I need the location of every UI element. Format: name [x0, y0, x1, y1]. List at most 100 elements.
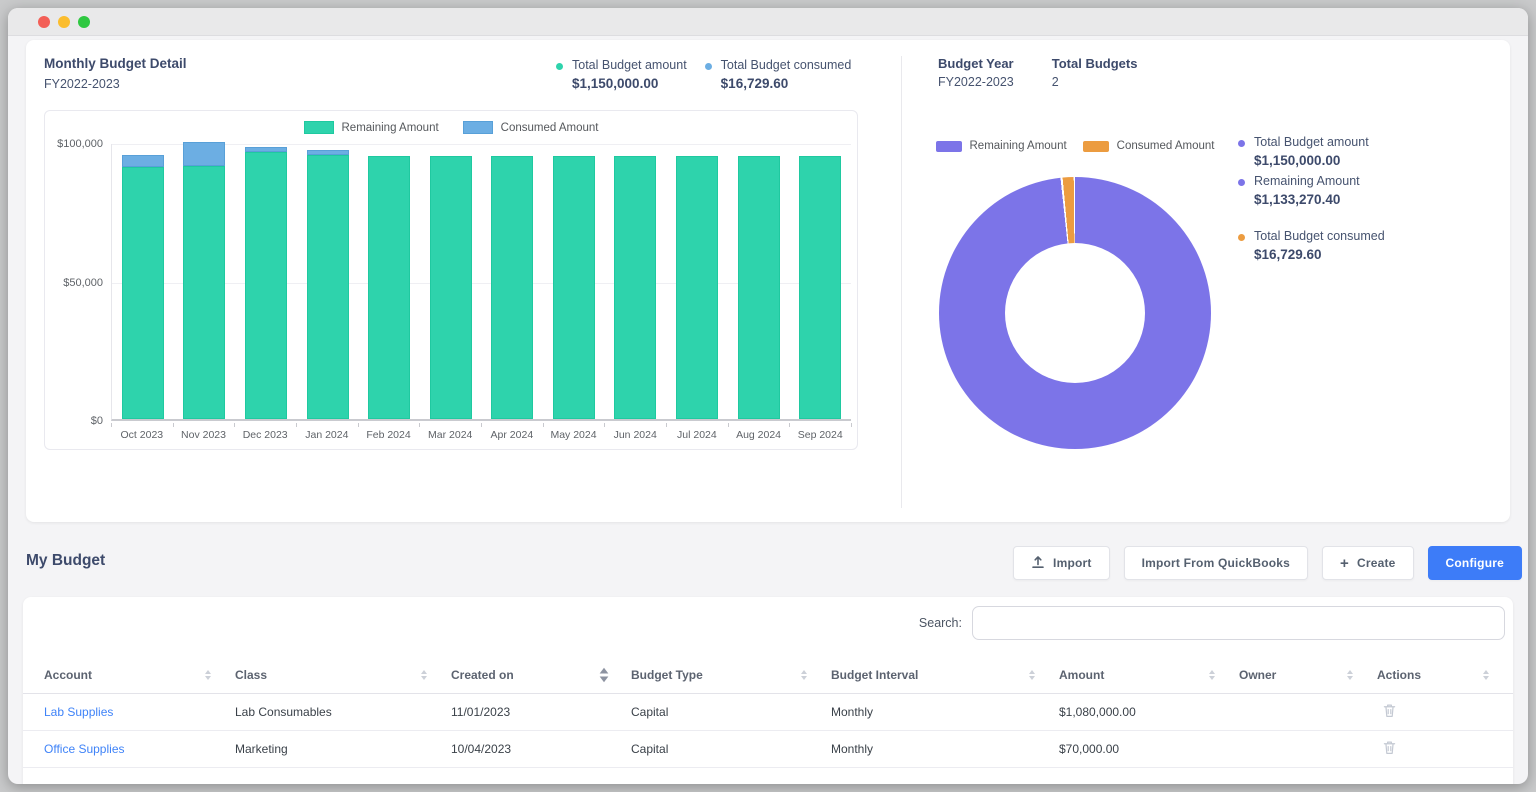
column-header-amount[interactable]: Amount [1059, 657, 1239, 693]
cell-owner [1239, 730, 1377, 767]
column-header-account[interactable]: Account [23, 657, 235, 693]
bar-jun-2024[interactable] [605, 144, 667, 419]
x-axis-label-feb-2024: Feb 2024 [358, 429, 420, 441]
axis-tick [419, 423, 420, 427]
x-axis-label-jul-2024: Jul 2024 [666, 429, 728, 441]
header-label: Total Budgets [1052, 56, 1138, 71]
legend-item-consumed-amount[interactable]: Consumed Amount [1083, 140, 1215, 152]
configure-button[interactable]: Configure [1428, 546, 1522, 580]
bar-aug-2024[interactable] [728, 144, 790, 419]
bar-nov-2023[interactable] [174, 144, 236, 419]
column-header-label: Created on [451, 668, 514, 682]
sort-icon[interactable] [205, 670, 211, 680]
legend-swatch-icon [463, 121, 493, 134]
x-axis-label-aug-2024: Aug 2024 [728, 429, 790, 441]
x-axis-label-apr-2024: Apr 2024 [481, 429, 543, 441]
cell-amount: $1,080,000.00 [1059, 693, 1239, 730]
bar-mar-2024[interactable] [420, 144, 482, 419]
column-header-label: Budget Type [631, 668, 703, 682]
legend-label: Consumed Amount [1117, 140, 1215, 152]
column-header-class[interactable]: Class [235, 657, 451, 693]
column-header-label: Class [235, 668, 267, 682]
remaining-segment [676, 156, 718, 419]
cell-actions [1377, 730, 1513, 767]
sort-icon[interactable] [1483, 670, 1489, 680]
column-header-label: Owner [1239, 668, 1276, 682]
stat-value: $1,150,000.00 [572, 76, 687, 91]
create-button[interactable]: +Create [1322, 546, 1414, 580]
sort-icon[interactable] [421, 670, 427, 680]
sort-icon[interactable] [600, 668, 609, 683]
button-label: Import [1053, 556, 1092, 570]
account-link[interactable]: Lab Supplies [44, 705, 113, 719]
sort-icon[interactable] [1029, 670, 1035, 680]
legend-item-remaining-amount[interactable]: Remaining Amount [936, 140, 1067, 152]
budget-donut-chart[interactable] [939, 177, 1211, 449]
stat-label: Total Budget amount [572, 58, 687, 72]
column-header-created-on[interactable]: Created on [451, 657, 631, 693]
axis-tick [604, 423, 605, 427]
bar-panel-title: Monthly Budget Detail [44, 56, 187, 71]
cell-amount: $70,000.00 [1059, 730, 1239, 767]
stat-value: $16,729.60 [721, 76, 852, 91]
axis-tick [728, 423, 729, 427]
column-header-budget-type[interactable]: Budget Type [631, 657, 831, 693]
header-label: Budget Year [938, 56, 1014, 71]
header-value: FY2022-2023 [938, 75, 1014, 89]
window-titlebar [8, 8, 1528, 36]
import-from-quickbooks-button[interactable]: Import From QuickBooks [1124, 546, 1308, 580]
upload-icon [1031, 555, 1045, 572]
stat-remaining-amount: Remaining Amount$1,133,270.40 [1238, 174, 1385, 207]
axis-tick [173, 423, 174, 427]
bar-jul-2024[interactable] [666, 144, 728, 419]
axis-tick [358, 423, 359, 427]
legend-swatch-icon [304, 121, 334, 134]
monthly-budget-bar-chart: Remaining Amount Consumed Amount $100,000… [44, 110, 858, 450]
bar-chart-plot-area: $100,000$50,000$0 [111, 144, 851, 421]
bar-jan-2024[interactable] [297, 144, 359, 419]
table-row-lab-supplies: Lab SuppliesLab Consumables11/01/2023Cap… [23, 693, 1513, 730]
account-link[interactable]: Office Supplies [44, 742, 125, 756]
donut-panel-headers: Budget YearFY2022-2023Total Budgets2 [938, 56, 1137, 89]
stat-total-budget-consumed: Total Budget consumed$16,729.60 [705, 58, 852, 91]
button-label: Import From QuickBooks [1142, 556, 1290, 570]
bar-oct-2023[interactable] [112, 144, 174, 419]
bar-feb-2024[interactable] [358, 144, 420, 419]
bar-sep-2024[interactable] [789, 144, 851, 419]
delete-button[interactable] [1383, 740, 1396, 758]
column-header-budget-interval[interactable]: Budget Interval [831, 657, 1059, 693]
column-header-owner[interactable]: Owner [1239, 657, 1377, 693]
cell-account: Lab Supplies [23, 693, 235, 730]
legend-item-remaining-amount[interactable]: Remaining Amount [304, 121, 439, 134]
stat-dot-icon [1238, 234, 1245, 241]
bar-chart-axis-ticks [111, 423, 851, 427]
zoom-window-button[interactable] [78, 16, 90, 28]
axis-tick [666, 423, 667, 427]
sort-icon[interactable] [801, 670, 807, 680]
delete-button[interactable] [1383, 703, 1396, 721]
bar-may-2024[interactable] [543, 144, 605, 419]
column-header-label: Actions [1377, 668, 1421, 682]
charts-card: Monthly Budget Detail FY2022-2023 Total … [26, 40, 1510, 522]
bar-dec-2023[interactable] [235, 144, 297, 419]
cell-budget_interval: Monthly [831, 693, 1059, 730]
bar-apr-2024[interactable] [481, 144, 543, 419]
column-header-actions[interactable]: Actions [1377, 657, 1513, 693]
search-input[interactable] [972, 606, 1505, 640]
cell-created_on: 11/01/2023 [451, 693, 631, 730]
minimize-window-button[interactable] [58, 16, 70, 28]
close-window-button[interactable] [38, 16, 50, 28]
cell-budget_type: Capital [631, 730, 831, 767]
import-button[interactable]: Import [1013, 546, 1110, 580]
donut-hole [1005, 243, 1145, 383]
consumed-segment [183, 142, 225, 166]
sort-icon[interactable] [1347, 670, 1353, 680]
stat-total-budget-consumed: Total Budget consumed$16,729.60 [1238, 229, 1385, 262]
legend-item-consumed-amount[interactable]: Consumed Amount [463, 121, 599, 134]
axis-tick [481, 423, 482, 427]
remaining-segment [368, 156, 410, 419]
plus-icon: + [1340, 556, 1349, 571]
remaining-segment [614, 156, 656, 419]
sort-icon[interactable] [1209, 670, 1215, 680]
y-axis-tick-label: $50,000 [63, 277, 103, 289]
